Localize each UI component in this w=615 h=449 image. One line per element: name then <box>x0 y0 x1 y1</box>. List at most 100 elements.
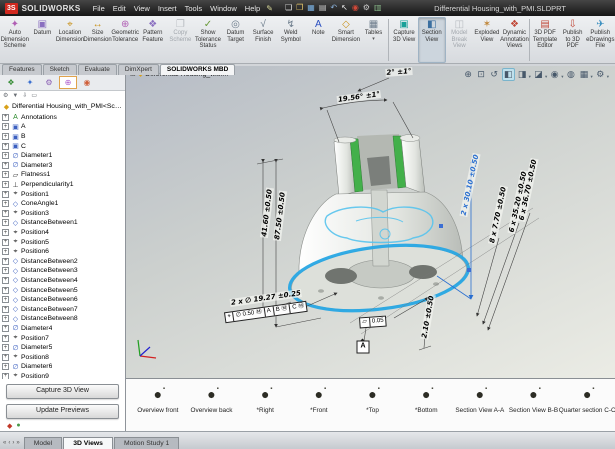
publish-edrawings-file-button[interactable]: ✈Publish eDrawings File <box>586 17 614 63</box>
zoom-area-icon[interactable]: ⊡ <box>476 69 487 80</box>
tab-model[interactable]: Model <box>24 437 63 449</box>
expand-icon[interactable]: + <box>2 152 9 159</box>
capture-3d-view-button[interactable]: Capture 3D View <box>6 384 119 399</box>
tab-scroll-arrow[interactable]: ‹ <box>8 440 10 446</box>
expand-icon[interactable]: + <box>2 315 9 322</box>
smart-dimension-button[interactable]: ◇Smart Dimension <box>332 17 360 63</box>
view-thumbnail-right[interactable]: ●▪*Right <box>239 384 291 414</box>
tree-root[interactable]: ◆Differential Housing_with_PMI<Scheme5> <box>2 102 125 112</box>
tab-3d-views[interactable]: 3D Views <box>63 437 113 449</box>
expand-icon[interactable]: + <box>2 344 9 351</box>
expand-icon[interactable]: + <box>2 191 9 198</box>
display-pane-icon[interactable]: ▭ <box>31 92 37 99</box>
menu-help[interactable]: Help <box>245 4 260 13</box>
tree-item-position9[interactable]: +⌖Position9 <box>2 372 125 379</box>
tab-dimxpert[interactable]: DimXpert <box>118 64 159 75</box>
save-icon[interactable]: ▦ <box>307 3 315 13</box>
undo-icon[interactable]: ↶ <box>330 3 337 13</box>
zoom-fit-icon[interactable]: ⊕ <box>463 69 474 80</box>
tree-item-position1[interactable]: +⌖Position1 <box>2 189 125 199</box>
view-thumbnail-section-view-b-b[interactable]: ●▪Section View B-B <box>508 384 560 414</box>
tab-evaluate[interactable]: Evaluate <box>78 64 117 75</box>
menu-file[interactable]: File <box>93 4 105 13</box>
expand-icon[interactable]: + <box>2 210 9 217</box>
expand-icon[interactable]: + <box>2 171 9 178</box>
tree-item-diameter6[interactable]: +∅Diameter6 <box>2 362 125 372</box>
tree-item-diameter5[interactable]: +∅Diameter5 <box>2 343 125 353</box>
tree-item-distancebetween4[interactable]: +◇DistanceBetween4 <box>2 276 125 286</box>
menu-window[interactable]: Window <box>210 4 237 13</box>
tables-button[interactable]: ▦Tables▾ <box>360 17 388 63</box>
expand-icon[interactable]: + <box>2 123 9 130</box>
options-icon[interactable]: ⚙ <box>363 3 370 13</box>
hide-show-icon[interactable]: ◉ <box>549 69 560 80</box>
3d-pdf-template-editor-button[interactable]: ▤3D PDF Template Editor <box>531 17 559 63</box>
expand-icon[interactable]: + <box>2 200 9 207</box>
graphics-area[interactable]: ⊞ ◆ Differential Housing_with... ⊕⊡↺◧◨▾◪… <box>126 66 615 378</box>
auto-dimension-scheme-button[interactable]: ✦Auto Dimension Scheme <box>1 17 29 63</box>
tab-scroll-arrow[interactable]: « <box>3 440 6 446</box>
expand-icon[interactable]: + <box>2 335 9 342</box>
tab-sketch[interactable]: Sketch <box>43 64 77 75</box>
section-view-icon[interactable]: ◧ <box>502 68 515 81</box>
tree-item-position6[interactable]: +⌖Position6 <box>2 247 125 257</box>
view-thumbnail-overview-front[interactable]: ●▪Overview front <box>132 384 184 414</box>
tree-item-position3[interactable]: +⌖Position3 <box>2 209 125 219</box>
view-settings-icon[interactable]: ⚙ <box>595 69 606 80</box>
tree-item-distancebetween5[interactable]: +◇DistanceBetween5 <box>2 285 125 295</box>
expand-icon[interactable]: + <box>2 258 9 265</box>
model-3d-view[interactable] <box>126 66 615 378</box>
expand-icon[interactable]: + <box>2 354 9 361</box>
update-previews-button[interactable]: Update Previews <box>6 404 119 419</box>
view-thumbnail-front[interactable]: ●▪*Front <box>293 384 345 414</box>
tree-item-position8[interactable]: +⌖Position8 <box>2 352 125 362</box>
view-thumbnail-bottom[interactable]: ●▪*Bottom <box>400 384 452 414</box>
expand-icon[interactable]: + <box>2 306 9 313</box>
expand-icon[interactable]: + <box>2 325 9 332</box>
expand-icon[interactable]: + <box>2 277 9 284</box>
tree-item-diameter4[interactable]: +∅Diameter4 <box>2 324 125 334</box>
new-file-icon[interactable]: ❏ <box>285 3 292 13</box>
note-button[interactable]: ANote <box>305 17 333 63</box>
display-style-icon[interactable]: ◪ <box>533 69 544 80</box>
tree-item-distancebetween1[interactable]: +◇DistanceBetween1 <box>2 218 125 228</box>
configurationmanager-tab[interactable]: ⚙ <box>40 76 58 89</box>
dynamic-annotation-views-button[interactable]: ❖Dynamic Annotation Views <box>501 17 529 63</box>
datum-flag-a[interactable]: A <box>357 341 370 354</box>
section-view-button[interactable]: ◧Section View <box>418 17 446 63</box>
tree-item-position7[interactable]: +⌖Position7 <box>2 333 125 343</box>
tab-motion-study-1[interactable]: Motion Study 1 <box>114 437 179 449</box>
open-file-icon[interactable]: ❐ <box>296 3 303 13</box>
view-thumbnail-quarter-section-c-c[interactable]: ●▪Quarter section C-C <box>561 384 613 414</box>
apply-scene-icon[interactable]: ▦ <box>578 69 589 80</box>
datum-button[interactable]: ▣Datum <box>29 17 57 63</box>
surface-finish-button[interactable]: √Surface Finish <box>249 17 277 63</box>
tree-item-annotations[interactable]: +AAnnotations <box>2 113 125 123</box>
menu-edit[interactable]: Edit <box>113 4 126 13</box>
select-arrow-icon[interactable]: ↖ <box>341 3 348 13</box>
tree-item-coneangle1[interactable]: +◇ConeAngle1 <box>2 199 125 209</box>
pattern-feature-button[interactable]: ❖Pattern Feature <box>139 17 167 63</box>
tree-item-distancebetween2[interactable]: +◇DistanceBetween2 <box>2 257 125 267</box>
tree-item-distancebetween6[interactable]: +◇DistanceBetween6 <box>2 295 125 305</box>
tree-item-position4[interactable]: +⌖Position4 <box>2 228 125 238</box>
expand-icon[interactable]: + <box>2 143 9 150</box>
expand-icon[interactable]: + <box>2 363 9 370</box>
view-orientation-icon[interactable]: ◨ <box>517 69 528 80</box>
view-thumbnail-overview-back[interactable]: ●▪Overview back <box>186 384 238 414</box>
tree-item-c[interactable]: +▣C <box>2 141 125 151</box>
expand-icon[interactable]: + <box>2 229 9 236</box>
expand-icon[interactable]: + <box>2 162 9 169</box>
publish-to-3d-pdf-button[interactable]: ⇩Publish to 3D PDF <box>559 17 587 63</box>
tree-item-distancebetween3[interactable]: +◇DistanceBetween3 <box>2 266 125 276</box>
tab-scroll-arrow[interactable]: › <box>12 440 14 446</box>
size-dimension-button[interactable]: ↔Size Dimension <box>84 17 112 63</box>
edit-appearance-icon[interactable]: ◍ <box>565 69 576 80</box>
geometric-tolerance-button[interactable]: ⊕Geometric Tolerance <box>111 17 139 63</box>
previous-view-icon[interactable]: ↺ <box>489 69 500 80</box>
funnel-icon[interactable]: ▼ <box>12 93 18 99</box>
pencil-icon[interactable]: ✎ <box>266 4 273 13</box>
expand-icon[interactable]: + <box>2 219 9 226</box>
tree-item-position5[interactable]: +⌖Position5 <box>2 237 125 247</box>
tab-scroll-arrow[interactable]: » <box>16 440 19 446</box>
